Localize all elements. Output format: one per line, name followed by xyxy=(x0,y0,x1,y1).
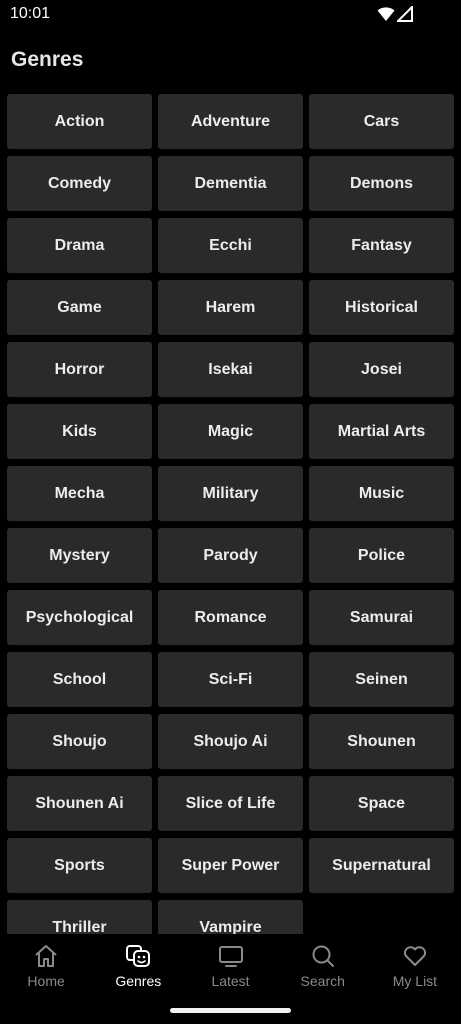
nav-search[interactable]: Search xyxy=(277,934,369,994)
genre-button[interactable]: Fantasy xyxy=(309,218,454,273)
genre-button[interactable]: Cars xyxy=(309,94,454,149)
genre-button[interactable]: Music xyxy=(309,466,454,521)
genre-button[interactable]: Harem xyxy=(158,280,303,335)
genre-button[interactable]: Josei xyxy=(309,342,454,397)
genre-button[interactable]: Mystery xyxy=(7,528,152,583)
genre-button[interactable]: Dementia xyxy=(158,156,303,211)
genre-button[interactable]: Shounen xyxy=(309,714,454,769)
genre-button[interactable]: Magic xyxy=(158,404,303,459)
genre-button[interactable]: Martial Arts xyxy=(309,404,454,459)
nav-latest[interactable]: Latest xyxy=(184,934,276,994)
home-indicator[interactable] xyxy=(170,1008,291,1013)
genre-button[interactable]: Police xyxy=(309,528,454,583)
page-title: Genres xyxy=(11,48,84,71)
nav-home[interactable]: Home xyxy=(0,934,92,994)
status-time: 10:01 xyxy=(10,5,51,22)
genre-button[interactable]: Isekai xyxy=(158,342,303,397)
genre-button[interactable]: Ecchi xyxy=(158,218,303,273)
genre-button[interactable]: Psychological xyxy=(7,590,152,645)
genre-button[interactable]: Slice of Life xyxy=(158,776,303,831)
nav-genres-label: Genres xyxy=(115,973,162,989)
heart-icon xyxy=(403,946,426,966)
genre-button[interactable]: Military xyxy=(158,466,303,521)
search-icon xyxy=(312,945,334,967)
genre-button[interactable]: Parody xyxy=(158,528,303,583)
genre-button[interactable]: Game xyxy=(7,280,152,335)
nav-mylist[interactable]: My List xyxy=(369,934,461,994)
latest-icon xyxy=(218,946,243,967)
signal-icon xyxy=(397,6,413,22)
genre-button[interactable]: Romance xyxy=(158,590,303,645)
genre-button[interactable]: Action xyxy=(7,94,152,149)
nav-home-label: Home xyxy=(27,973,65,989)
genre-button[interactable]: Demons xyxy=(309,156,454,211)
nav-genres[interactable]: Genres xyxy=(92,934,184,994)
genre-grid: Action Adventure Cars Comedy Dementia Demons D… xyxy=(7,94,455,955)
genre-button[interactable]: Shounen Ai xyxy=(7,776,152,831)
genre-button[interactable]: Samurai xyxy=(309,590,454,645)
status-bar: 10:01 xyxy=(0,0,461,28)
genre-button[interactable]: School xyxy=(7,652,152,707)
genre-button[interactable]: Seinen xyxy=(309,652,454,707)
genre-button[interactable]: Space xyxy=(309,776,454,831)
genre-button[interactable]: Mecha xyxy=(7,466,152,521)
genre-button[interactable]: Drama xyxy=(7,218,152,273)
genre-button[interactable]: Comedy xyxy=(7,156,152,211)
genre-button[interactable]: Sci-Fi xyxy=(158,652,303,707)
genre-button[interactable]: Shoujo xyxy=(7,714,152,769)
nav-latest-label: Latest xyxy=(211,973,250,989)
genre-button[interactable]: Horror xyxy=(7,342,152,397)
status-icons xyxy=(377,6,413,22)
wifi-icon xyxy=(377,7,395,21)
nav-search-label: Search xyxy=(300,973,345,989)
genre-button[interactable]: Sports xyxy=(7,838,152,893)
nav-mylist-label: My List xyxy=(392,973,438,989)
genre-button[interactable]: Historical xyxy=(309,280,454,335)
bottom-nav: Home Genres Latest Search My List xyxy=(0,934,461,1024)
genre-button[interactable]: Kids xyxy=(7,404,152,459)
genre-button[interactable]: Supernatural xyxy=(309,838,454,893)
genre-button[interactable]: Shoujo Ai xyxy=(158,714,303,769)
home-icon xyxy=(35,945,57,967)
genre-button[interactable]: Adventure xyxy=(158,94,303,149)
genres-icon xyxy=(126,945,151,967)
genre-button[interactable]: Super Power xyxy=(158,838,303,893)
